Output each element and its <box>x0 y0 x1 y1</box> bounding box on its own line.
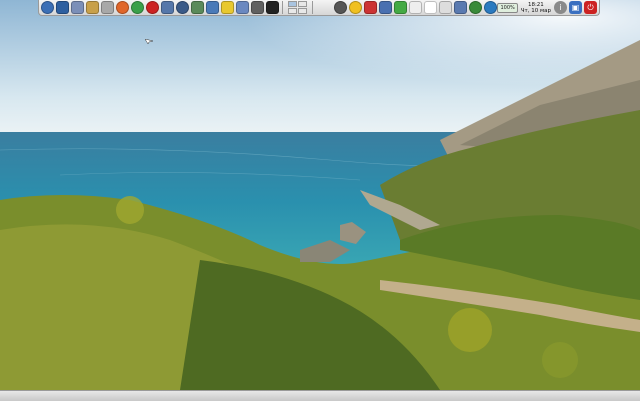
launcher-group <box>41 1 279 14</box>
network-icon[interactable] <box>379 1 393 14</box>
session-controls: i ▣ ⏻ <box>554 1 597 14</box>
signal-icon[interactable] <box>394 1 408 14</box>
network-share-icon[interactable] <box>454 1 468 14</box>
workspace-4[interactable] <box>298 8 307 14</box>
keyboard-layout-icon[interactable] <box>364 1 378 14</box>
system-tray <box>334 1 498 14</box>
info-icon[interactable]: i <box>554 1 567 14</box>
desktop-icon[interactable] <box>56 1 69 14</box>
opera-icon[interactable] <box>146 1 159 14</box>
back-arrow-icon[interactable] <box>334 1 348 14</box>
terminal-icon[interactable] <box>266 1 279 14</box>
workspace-3[interactable] <box>288 8 297 14</box>
notes-icon[interactable] <box>221 1 234 14</box>
weather-sun-icon[interactable] <box>349 1 363 14</box>
word-processor-icon[interactable] <box>236 1 249 14</box>
globe-icon[interactable] <box>484 1 498 14</box>
battery-indicator[interactable]: 100% <box>497 2 518 13</box>
image-icon[interactable] <box>439 1 453 14</box>
top-panel: 100% 18:21 Чт, 10 мар i ▣ ⏻ <box>38 0 600 16</box>
text-editor-icon[interactable] <box>206 1 219 14</box>
workspace-2[interactable] <box>298 1 307 7</box>
workspace-1[interactable] <box>288 1 297 7</box>
panel-separator <box>312 1 313 14</box>
package-manager-icon[interactable] <box>191 1 204 14</box>
music-note-icon[interactable] <box>161 1 174 14</box>
desktop-wallpaper <box>0 0 640 390</box>
app-menu-icon[interactable] <box>41 1 54 14</box>
document-icon[interactable] <box>424 1 438 14</box>
workspace-switcher[interactable] <box>288 1 307 14</box>
settings-tools-icon[interactable] <box>86 1 99 14</box>
bottom-panel <box>0 390 640 401</box>
power-icon[interactable]: ⏻ <box>584 1 597 14</box>
update-icon[interactable] <box>469 1 483 14</box>
trash-icon[interactable] <box>101 1 114 14</box>
file-manager-icon[interactable] <box>71 1 84 14</box>
clipboard-icon[interactable] <box>409 1 423 14</box>
lock-icon[interactable]: ▣ <box>569 1 582 14</box>
steam-icon[interactable] <box>176 1 189 14</box>
clock[interactable]: 18:21 Чт, 10 мар <box>521 2 551 14</box>
clock-date: Чт, 10 мар <box>520 7 551 14</box>
mouse-cursor-icon <box>145 39 153 44</box>
firefox-icon[interactable] <box>116 1 129 14</box>
pencil-icon[interactable] <box>251 1 264 14</box>
chrome-icon[interactable] <box>131 1 144 14</box>
panel-separator <box>282 1 283 14</box>
